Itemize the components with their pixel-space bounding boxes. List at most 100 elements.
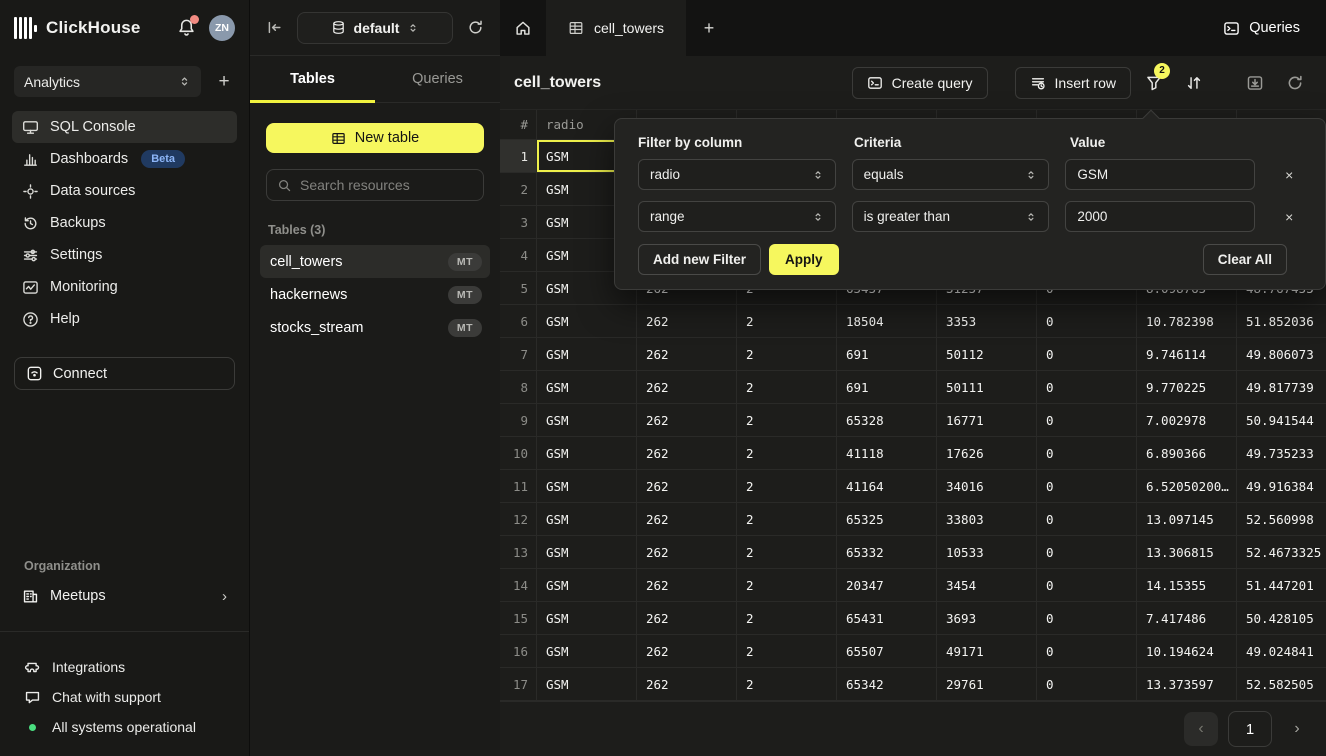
- table-list-item[interactable]: hackernews MT: [260, 278, 490, 311]
- grid-cell[interactable]: 2: [737, 503, 837, 535]
- grid-cell[interactable]: 50.428105: [1237, 602, 1326, 634]
- grid-cell[interactable]: 18504: [837, 305, 937, 337]
- grid-cell[interactable]: 262: [637, 668, 737, 700]
- remove-filter-button[interactable]: ×: [1277, 209, 1301, 225]
- grid-cell[interactable]: 52.4673325: [1237, 536, 1326, 568]
- connect-button[interactable]: Connect: [14, 357, 235, 390]
- grid-cell[interactable]: 49.817739: [1237, 371, 1326, 403]
- sidebar-item-help[interactable]: Help: [12, 303, 237, 335]
- grid-cell[interactable]: 20347: [837, 569, 937, 601]
- clickhouse-logo[interactable]: ClickHouse: [14, 17, 141, 39]
- grid-cell[interactable]: 50112: [937, 338, 1037, 370]
- grid-cell[interactable]: 2: [737, 536, 837, 568]
- grid-cell[interactable]: 41118: [837, 437, 937, 469]
- grid-cell[interactable]: 2: [737, 305, 837, 337]
- grid-cell[interactable]: GSM: [537, 437, 637, 469]
- grid-cell[interactable]: 41164: [837, 470, 937, 502]
- workspace-selector[interactable]: Analytics: [14, 66, 201, 97]
- grid-cell[interactable]: 49.806073: [1237, 338, 1326, 370]
- insert-row-button[interactable]: Insert row: [1015, 67, 1131, 99]
- next-page-button[interactable]: ›: [1282, 720, 1312, 738]
- table-list-item[interactable]: stocks_stream MT: [260, 311, 490, 344]
- home-button[interactable]: [500, 0, 546, 56]
- grid-cell[interactable]: GSM: [537, 305, 637, 337]
- grid-cell[interactable]: 16771: [937, 404, 1037, 436]
- table-list-item[interactable]: cell_towers MT: [260, 245, 490, 278]
- grid-cell[interactable]: 262: [637, 437, 737, 469]
- grid-cell[interactable]: 2: [737, 470, 837, 502]
- grid-cell[interactable]: 65342: [837, 668, 937, 700]
- grid-cell[interactable]: 3454: [937, 569, 1037, 601]
- grid-cell[interactable]: 29761: [937, 668, 1037, 700]
- grid-cell[interactable]: 9.746114: [1137, 338, 1237, 370]
- grid-cell[interactable]: 262: [637, 503, 737, 535]
- grid-cell[interactable]: 10533: [937, 536, 1037, 568]
- grid-cell[interactable]: 6.890366: [1137, 437, 1237, 469]
- grid-cell[interactable]: GSM: [537, 338, 637, 370]
- grid-cell[interactable]: GSM: [537, 371, 637, 403]
- previous-page-button[interactable]: ‹: [1184, 712, 1218, 746]
- grid-cell[interactable]: GSM: [537, 602, 637, 634]
- grid-cell[interactable]: 52.582505: [1237, 668, 1326, 700]
- grid-cell[interactable]: GSM: [537, 635, 637, 667]
- system-status[interactable]: All systems operational: [14, 712, 235, 742]
- filter-column-select[interactable]: radio: [638, 159, 836, 190]
- grid-cell[interactable]: GSM: [537, 668, 637, 700]
- grid-cell[interactable]: 262: [637, 569, 737, 601]
- grid-cell[interactable]: 2: [737, 668, 837, 700]
- sidebar-item-settings[interactable]: Settings: [12, 239, 237, 271]
- grid-cell[interactable]: 13.373597: [1137, 668, 1237, 700]
- grid-cell[interactable]: GSM: [537, 470, 637, 502]
- avatar[interactable]: ZN: [209, 15, 235, 41]
- sidebar-item-meetups[interactable]: Meetups ›: [12, 579, 237, 613]
- refresh-table-button[interactable]: [1278, 67, 1312, 99]
- search-input[interactable]: [300, 177, 473, 193]
- grid-cell[interactable]: 10.782398: [1137, 305, 1237, 337]
- grid-cell[interactable]: 52.560998: [1237, 503, 1326, 535]
- tab-cell-towers[interactable]: cell_towers: [546, 0, 686, 56]
- tab-tables[interactable]: Tables: [250, 56, 375, 102]
- grid-cell[interactable]: GSM: [537, 536, 637, 568]
- grid-cell[interactable]: 17626: [937, 437, 1037, 469]
- new-tab-button[interactable]: +: [686, 0, 732, 56]
- filter-criteria-select[interactable]: is greater than: [852, 201, 1050, 232]
- grid-cell[interactable]: 0: [1037, 569, 1137, 601]
- grid-cell[interactable]: 7.002978: [1137, 404, 1237, 436]
- grid-cell[interactable]: 6.52050200…: [1137, 470, 1237, 502]
- grid-cell[interactable]: 49.735233: [1237, 437, 1326, 469]
- grid-cell[interactable]: 51.447201: [1237, 569, 1326, 601]
- grid-cell[interactable]: 262: [637, 470, 737, 502]
- search-resources[interactable]: [266, 169, 484, 201]
- grid-cell[interactable]: 65325: [837, 503, 937, 535]
- grid-cell[interactable]: 2: [737, 437, 837, 469]
- grid-cell[interactable]: 3353: [937, 305, 1037, 337]
- grid-cell[interactable]: 10.194624: [1137, 635, 1237, 667]
- grid-cell[interactable]: 262: [637, 404, 737, 436]
- grid-cell[interactable]: 0: [1037, 437, 1137, 469]
- add-workspace-button[interactable]: +: [213, 72, 235, 91]
- new-table-button[interactable]: New table: [266, 123, 484, 153]
- clear-all-filters-button[interactable]: Clear All: [1203, 244, 1287, 275]
- grid-cell[interactable]: 262: [637, 635, 737, 667]
- grid-cell[interactable]: 49.024841: [1237, 635, 1326, 667]
- grid-cell[interactable]: 65332: [837, 536, 937, 568]
- grid-cell[interactable]: 0: [1037, 371, 1137, 403]
- grid-cell[interactable]: 14.15355: [1137, 569, 1237, 601]
- grid-cell[interactable]: 49.916384: [1237, 470, 1326, 502]
- column-header-index[interactable]: #: [500, 110, 537, 139]
- notifications-button[interactable]: [177, 18, 197, 38]
- grid-cell[interactable]: 34016: [937, 470, 1037, 502]
- grid-cell[interactable]: 262: [637, 371, 737, 403]
- sidebar-item-sql-console[interactable]: SQL Console: [12, 111, 237, 143]
- grid-cell[interactable]: GSM: [537, 569, 637, 601]
- grid-cell[interactable]: 0: [1037, 668, 1137, 700]
- grid-cell[interactable]: 2: [737, 338, 837, 370]
- grid-cell[interactable]: 0: [1037, 503, 1137, 535]
- apply-filter-button[interactable]: Apply: [769, 244, 839, 275]
- grid-cell[interactable]: 2: [737, 404, 837, 436]
- grid-cell[interactable]: 0: [1037, 536, 1137, 568]
- grid-cell[interactable]: 262: [637, 602, 737, 634]
- grid-cell[interactable]: 33803: [937, 503, 1037, 535]
- grid-cell[interactable]: 2: [737, 371, 837, 403]
- grid-cell[interactable]: 65507: [837, 635, 937, 667]
